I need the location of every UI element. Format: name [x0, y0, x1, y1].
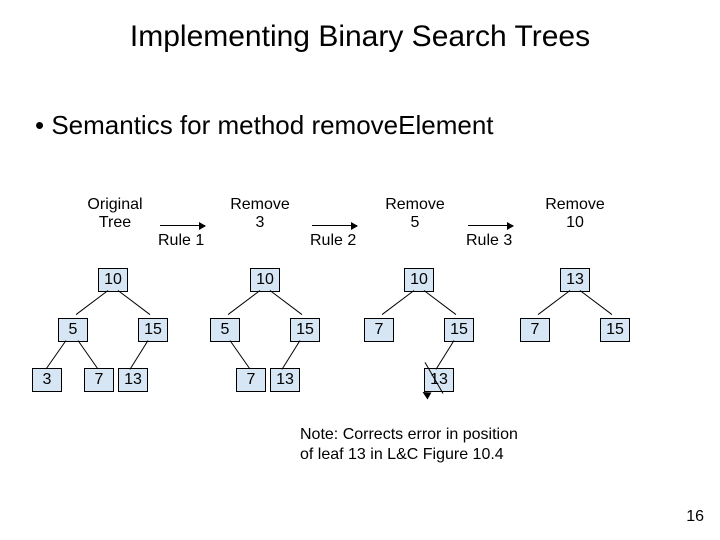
- t2-e2: [270, 290, 303, 315]
- label-remove5-1: Remove: [380, 195, 450, 214]
- t2-e5: [282, 340, 301, 369]
- t1-e4: [78, 340, 98, 368]
- t3-e2: [424, 290, 457, 315]
- t4-e1: [538, 290, 571, 315]
- label-remove5-2: 5: [380, 213, 450, 232]
- t3-e1: [382, 290, 415, 315]
- bullet-text: Semantics for method removeElement: [35, 110, 494, 141]
- note-line2: of leaf 13 in L&C Figure 10.4: [300, 445, 504, 466]
- note-line1: Note: Corrects error in position: [300, 425, 518, 446]
- label-rule1: Rule 1: [158, 232, 204, 250]
- t1-root: 10: [98, 268, 128, 292]
- label-rule2: Rule 2: [310, 232, 356, 250]
- arrow-rule1: [160, 225, 205, 226]
- t4-root: 13: [560, 268, 590, 292]
- t2-rl: 13: [270, 368, 300, 392]
- arrow-rule3: [468, 225, 513, 226]
- t3-root: 10: [404, 268, 434, 292]
- t1-lr: 7: [84, 368, 114, 392]
- t2-lr: 7: [236, 368, 266, 392]
- label-remove10-2: 10: [540, 213, 610, 232]
- label-original-1: Original: [80, 195, 150, 214]
- t1-l: 5: [58, 318, 88, 342]
- t2-r: 15: [290, 318, 320, 342]
- t1-e2: [118, 290, 151, 315]
- t3-e5: [436, 340, 455, 369]
- t2-root: 10: [250, 268, 280, 292]
- label-rule3: Rule 3: [466, 232, 512, 250]
- page-number: 16: [686, 508, 704, 526]
- t1-ll: 3: [32, 368, 62, 392]
- t1-r: 15: [138, 318, 168, 342]
- label-remove3-2: 3: [225, 213, 295, 232]
- label-remove10-1: Remove: [540, 195, 610, 214]
- slide-title: Implementing Binary Search Trees: [0, 20, 720, 54]
- t3-r: 15: [444, 318, 474, 342]
- t1-e3: [46, 340, 66, 368]
- t4-e2: [580, 290, 613, 315]
- label-remove3-1: Remove: [225, 195, 295, 214]
- t3-l: 7: [364, 318, 394, 342]
- t1-e5: [130, 340, 149, 369]
- t2-e4: [230, 340, 250, 368]
- t1-e1: [76, 290, 109, 315]
- t2-e1: [228, 290, 261, 315]
- arrow-rule2: [312, 225, 357, 226]
- t2-l: 5: [210, 318, 240, 342]
- t4-r: 15: [600, 318, 630, 342]
- label-original-2: Tree: [80, 213, 150, 232]
- t4-l: 7: [520, 318, 550, 342]
- t1-rl: 13: [118, 368, 148, 392]
